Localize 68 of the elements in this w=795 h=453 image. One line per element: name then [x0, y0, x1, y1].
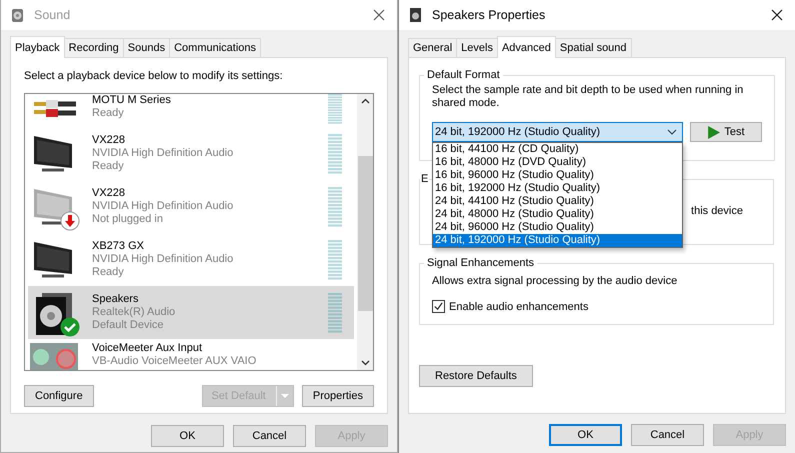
close-icon[interactable]: [373, 9, 385, 21]
chevron-down-icon: [667, 127, 677, 137]
level-meter-icon: [328, 186, 342, 226]
device-name: VoiceMeeter Aux Input: [92, 342, 204, 355]
device-driver: NVIDIA High Definition Audio: [92, 147, 234, 160]
device-driver: NVIDIA High Definition Audio: [92, 200, 234, 213]
dialog-button[interactable]: Cancel: [631, 424, 704, 446]
dropdown-option[interactable]: 16 bit, 96000 Hz (Studio Quality): [433, 169, 682, 182]
level-meter-icon: [328, 134, 342, 174]
device-driver: Realtek(R) Audio: [92, 306, 176, 319]
instruction-text: Select a playback device below to modify its settings:: [24, 70, 284, 84]
description-text: this device: [691, 205, 743, 217]
device-row[interactable]: VX228 NVIDIA High Definition Audio Ready: [28, 127, 354, 180]
description-text: Allows extra signal processing by the audio device: [432, 275, 678, 288]
device-row[interactable]: XB273 GX NVIDIA High Definition Audio Ready: [28, 233, 354, 286]
window-title: Sound: [34, 8, 72, 22]
test-button[interactable]: Test: [690, 122, 762, 142]
speaker-icon: [10, 7, 26, 23]
dialog-button[interactable]: OK: [549, 424, 622, 446]
device-status: Ready: [92, 107, 125, 120]
group-title: Signal Enhancements: [426, 257, 536, 269]
description-text: Select the sample rate and bit depth to be used when running in shared mode.: [432, 84, 744, 110]
tab[interactable]: General: [408, 38, 458, 57]
dialog-button[interactable]: Cancel: [233, 425, 306, 447]
scrollbar[interactable]: [357, 94, 373, 370]
tab[interactable]: Spatial sound: [554, 38, 632, 57]
checkbox[interactable]: [432, 300, 445, 313]
play-icon: [707, 126, 720, 138]
dropdown-option[interactable]: 24 bit, 48000 Hz (Studio Quality): [433, 208, 682, 221]
device-name: MOTU M Series: [92, 94, 172, 107]
device-row[interactable]: VX228 NVIDIA High Definition Audio Not plugged in: [28, 180, 354, 233]
device-status: Ready: [92, 266, 125, 279]
restore-defaults-button[interactable]: Restore Defaults: [419, 365, 533, 387]
device-driver: NVIDIA High Definition Audio: [92, 253, 234, 266]
device-status: Default Device: [92, 319, 165, 332]
speaker-icon: [408, 7, 424, 23]
tab[interactable]: Communications: [169, 38, 262, 57]
window-title: Speakers Properties: [432, 8, 546, 22]
dropdown-option[interactable]: 16 bit, 44100 Hz (CD Quality): [433, 143, 682, 156]
format-dropdown[interactable]: 24 bit, 192000 Hz (Studio Quality): [432, 122, 683, 142]
panel-button[interactable]: Properties: [302, 385, 374, 407]
level-meter-icon: [328, 94, 342, 124]
dropdown-option[interactable]: 16 bit, 192000 Hz (Studio Quality): [433, 182, 682, 195]
level-meter-icon: [328, 240, 342, 280]
device-name: XB273 GX: [92, 240, 145, 253]
device-name: Speakers: [92, 293, 140, 306]
tab[interactable]: Playback: [10, 36, 65, 58]
device-name: VX228: [92, 187, 126, 200]
dropdown-option[interactable]: 24 bit, 44100 Hz (Studio Quality): [433, 195, 682, 208]
device-row[interactable]: VoiceMeeter Aux Input VB-Audio VoiceMeeter AUX VAIO: [28, 339, 354, 370]
device-driver: VB-Audio VoiceMeeter AUX VAIO: [92, 355, 258, 368]
level-meter-icon: [328, 292, 342, 332]
dropdown-option[interactable]: 24 bit, 96000 Hz (Studio Quality): [433, 221, 682, 234]
tab[interactable]: Advanced: [496, 36, 556, 58]
device-status: Not plugged in: [92, 213, 164, 226]
enhancements-checkbox[interactable]: Enable audio enhancements: [432, 300, 761, 313]
dropdown-option[interactable]: 24 bit, 192000 Hz (Studio Quality): [433, 234, 682, 247]
dialog-button[interactable]: OK: [151, 425, 224, 447]
panel-button[interactable]: Configure: [24, 385, 94, 407]
device-row[interactable]: Speakers Realtek(R) Audio Default Device: [28, 286, 354, 339]
device-name: VX228: [92, 134, 126, 147]
device-status: Ready: [92, 160, 125, 173]
scroll-thumb[interactable]: [358, 156, 372, 311]
close-icon[interactable]: [771, 9, 783, 21]
group-title: E: [420, 173, 430, 185]
group-title: Default Format: [426, 69, 501, 81]
device-row[interactable]: MOTU M Series Ready: [28, 94, 354, 127]
dropdown-option[interactable]: 16 bit, 48000 Hz (DVD Quality): [433, 156, 682, 169]
